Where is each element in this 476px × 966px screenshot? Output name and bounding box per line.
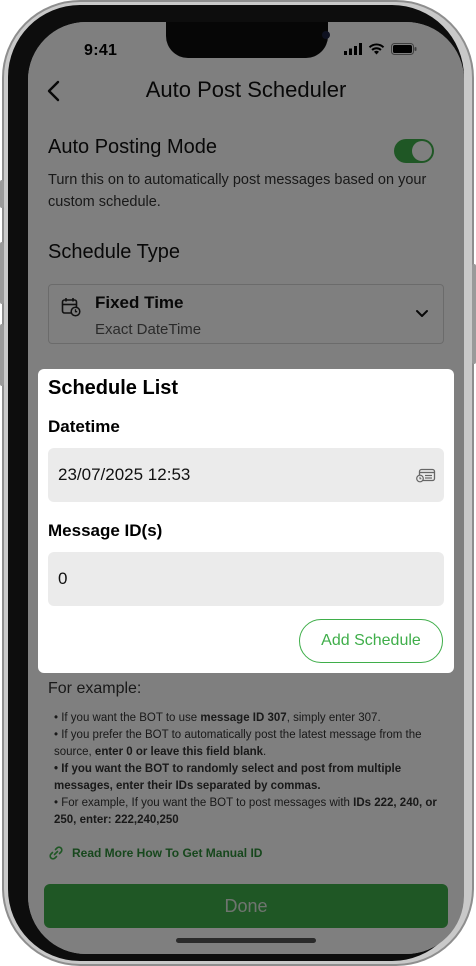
message-ids-value: 0 — [58, 569, 68, 588]
add-schedule-button[interactable]: Add Schedule — [299, 619, 443, 663]
modal-title: Schedule List — [48, 377, 179, 399]
message-ids-label: Message ID(s) — [48, 521, 163, 540]
message-ids-input[interactable]: 0 — [48, 552, 444, 606]
datetime-label: Datetime — [48, 417, 120, 436]
phone-action-button — [0, 180, 4, 208]
phone-bezel: 9:41 Auto Post — [8, 5, 464, 961]
datetime-field[interactable]: 23/07/2025 12:53 — [48, 448, 444, 502]
datetime-value: 23/07/2025 12:53 — [58, 465, 191, 484]
schedule-list-modal: Schedule List Datetime 23/07/2025 12:53 … — [38, 369, 454, 673]
home-indicator — [176, 938, 316, 943]
screen: 9:41 Auto Post — [28, 22, 464, 954]
date-picker-icon[interactable] — [416, 467, 436, 483]
phone-power-button — [472, 264, 476, 364]
phone-volume-up-button — [0, 242, 4, 304]
phone-volume-down-button — [0, 324, 4, 386]
